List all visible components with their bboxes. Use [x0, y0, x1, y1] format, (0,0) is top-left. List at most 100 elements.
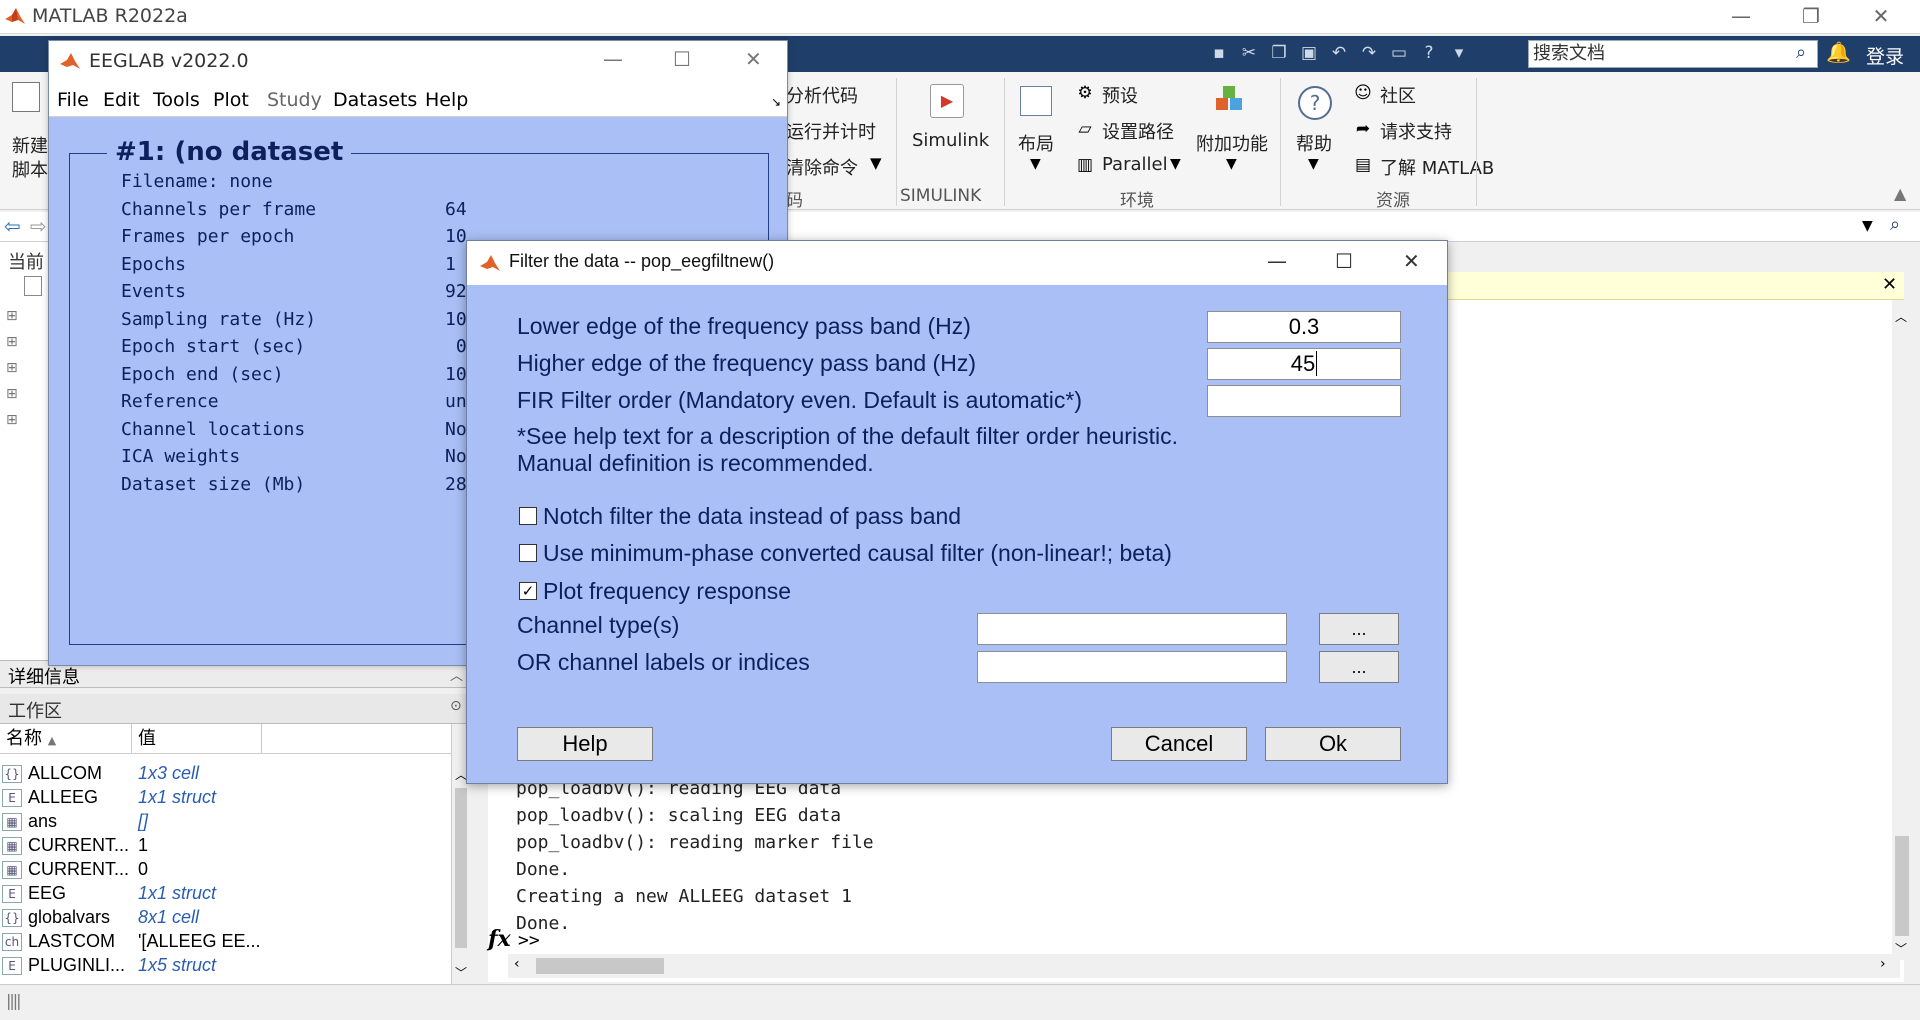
- workspace-row[interactable]: {} ALLCOM 1x3 cell: [0, 762, 452, 786]
- value-column-header[interactable]: 值: [132, 724, 262, 754]
- channel-type-browse-button[interactable]: ...: [1319, 613, 1399, 645]
- add-ons-button[interactable]: 附加功能: [1196, 130, 1268, 156]
- ok-button[interactable]: Ok: [1265, 727, 1401, 761]
- chevron-down-icon[interactable]: ▼: [1308, 156, 1319, 172]
- menu-help[interactable]: Help: [425, 89, 468, 111]
- layout-icon[interactable]: [1020, 86, 1052, 116]
- command-window-hscrollbar[interactable]: ‹ ›: [508, 954, 1900, 978]
- search-icon[interactable]: ⌕: [1796, 42, 1806, 63]
- menu-edit[interactable]: Edit: [103, 89, 140, 111]
- workspace-row[interactable]: ch LASTCOM '[ALLEEG EE...: [0, 930, 452, 954]
- menu-file[interactable]: File: [57, 89, 89, 111]
- minphase-checkbox[interactable]: [519, 544, 537, 562]
- plot-freq-response-label[interactable]: Plot frequency response: [543, 578, 791, 605]
- expand-icon[interactable]: ⊞: [6, 334, 18, 350]
- scroll-right-icon[interactable]: ›: [1880, 956, 1886, 972]
- documentation-search-input[interactable]: 搜索文档: [1528, 40, 1818, 68]
- run-and-time-button[interactable]: 运行并计时: [786, 118, 876, 144]
- minimize-icon[interactable]: —: [1267, 249, 1287, 273]
- cancel-button[interactable]: Cancel: [1111, 727, 1247, 761]
- collapse-ribbon-icon[interactable]: ▲: [1894, 184, 1906, 203]
- new-script-label-2[interactable]: 脚本: [12, 156, 48, 182]
- community-icon[interactable]: ☺: [1352, 82, 1374, 104]
- login-link[interactable]: 登录: [1866, 42, 1904, 69]
- menu-tools[interactable]: Tools: [153, 89, 200, 111]
- menu-datasets[interactable]: Datasets: [333, 89, 417, 111]
- close-banner-icon[interactable]: ✕: [1882, 274, 1897, 295]
- scrollbar-thumb[interactable]: [1895, 836, 1909, 936]
- dropdown-icon[interactable]: ▾: [1448, 42, 1470, 64]
- back-arrow-icon[interactable]: ⇦: [4, 214, 21, 238]
- workspace-row[interactable]: ▦ CURRENT... 1: [0, 834, 452, 858]
- set-path-button[interactable]: 设置路径: [1102, 118, 1174, 144]
- expand-icon[interactable]: ⊞: [6, 412, 18, 428]
- name-column-header[interactable]: 名称 ▲: [0, 724, 132, 754]
- menu-study[interactable]: Study: [267, 89, 322, 111]
- minimize-icon[interactable]: —: [1706, 0, 1776, 34]
- function-browser-icon[interactable]: fx: [488, 926, 511, 952]
- chevron-down-icon[interactable]: ▼: [1030, 156, 1041, 172]
- simulink-button[interactable]: Simulink: [912, 130, 989, 151]
- workspace-row[interactable]: {} globalvars 8x1 cell: [0, 906, 452, 930]
- expand-icon[interactable]: ⊞: [6, 308, 18, 324]
- scroll-left-icon[interactable]: ‹: [514, 956, 520, 972]
- switch-windows-icon[interactable]: ▭: [1388, 42, 1410, 64]
- dock-arrow-icon[interactable]: ↘: [771, 95, 781, 109]
- workspace-row[interactable]: E ALLEEG 1x1 struct: [0, 786, 452, 810]
- notch-label[interactable]: Notch filter the data instead of pass ba…: [543, 503, 961, 530]
- redo-icon[interactable]: ↷: [1358, 42, 1380, 64]
- collapse-icon[interactable]: ︿: [450, 665, 463, 684]
- minphase-label[interactable]: Use minimum-phase converted causal filte…: [543, 540, 1172, 567]
- expand-icon[interactable]: ⊞: [6, 360, 18, 376]
- new-script-label-1[interactable]: 新建: [12, 132, 48, 158]
- menu-plot[interactable]: Plot: [213, 89, 249, 111]
- scrollbar-thumb[interactable]: [536, 958, 664, 974]
- help-button[interactable]: Help: [517, 727, 653, 761]
- help-icon[interactable]: ?: [1298, 86, 1332, 120]
- close-icon[interactable]: ✕: [1846, 0, 1916, 34]
- undo-icon[interactable]: ↶: [1328, 42, 1350, 64]
- new-script-icon[interactable]: [12, 82, 40, 112]
- maximize-icon[interactable]: ☐: [1335, 249, 1353, 273]
- scrollbar-thumb[interactable]: [455, 788, 467, 948]
- cut-icon[interactable]: ✂: [1238, 42, 1260, 64]
- fir-order-input[interactable]: [1207, 385, 1401, 417]
- minimize-icon[interactable]: —: [603, 47, 623, 71]
- maximize-icon[interactable]: ☐: [673, 47, 691, 71]
- channel-type-input[interactable]: [977, 613, 1287, 645]
- close-icon[interactable]: ✕: [1403, 249, 1420, 273]
- simulink-icon[interactable]: ▶: [930, 84, 964, 118]
- workspace-row[interactable]: E EEG 1x1 struct: [0, 882, 452, 906]
- scroll-up-icon[interactable]: ︿: [1895, 308, 1907, 325]
- channel-labels-input[interactable]: [977, 651, 1287, 683]
- command-prompt[interactable]: >>: [518, 930, 540, 951]
- copy-icon[interactable]: ❐: [1268, 42, 1290, 64]
- gear-icon[interactable]: ⚙: [1074, 82, 1096, 104]
- workspace-menu-icon[interactable]: ⊙: [450, 698, 462, 714]
- paste-icon[interactable]: ▣: [1298, 42, 1320, 64]
- chevron-down-icon[interactable]: ▼: [1226, 156, 1237, 172]
- preferences-button[interactable]: 预设: [1102, 82, 1138, 108]
- workspace-scrollbar[interactable]: ︿ ﹀: [452, 764, 470, 984]
- restore-icon[interactable]: ❐: [1776, 0, 1846, 34]
- plot-freq-response-checkbox[interactable]: ✓: [519, 582, 537, 600]
- scroll-down-icon[interactable]: ﹀: [455, 964, 467, 981]
- help-button[interactable]: 帮助: [1296, 130, 1332, 156]
- chevron-down-icon[interactable]: ▼: [1862, 218, 1873, 234]
- analyze-code-button[interactable]: 分析代码: [786, 82, 858, 108]
- expand-icon[interactable]: ⊞: [6, 386, 18, 402]
- forward-arrow-icon[interactable]: ⇨: [30, 214, 47, 238]
- search-icon[interactable]: ⌕: [1890, 214, 1900, 235]
- help-icon[interactable]: ?: [1418, 42, 1440, 64]
- chevron-down-icon[interactable]: ▼: [1170, 156, 1181, 172]
- parallel-button[interactable]: Parallel: [1102, 154, 1168, 175]
- chevron-down-icon[interactable]: ▼: [870, 154, 882, 172]
- folder-icon[interactable]: ▱: [1074, 118, 1096, 140]
- clear-commands-button[interactable]: 清除命令: [786, 154, 858, 180]
- workspace-row[interactable]: ▦ CURRENT... 0: [0, 858, 452, 882]
- higher-edge-input[interactable]: 45: [1207, 348, 1401, 380]
- request-support-icon[interactable]: ➦: [1352, 118, 1374, 140]
- community-link[interactable]: 社区: [1380, 82, 1416, 108]
- parallel-icon[interactable]: ▥: [1074, 154, 1096, 176]
- notch-checkbox[interactable]: [519, 507, 537, 525]
